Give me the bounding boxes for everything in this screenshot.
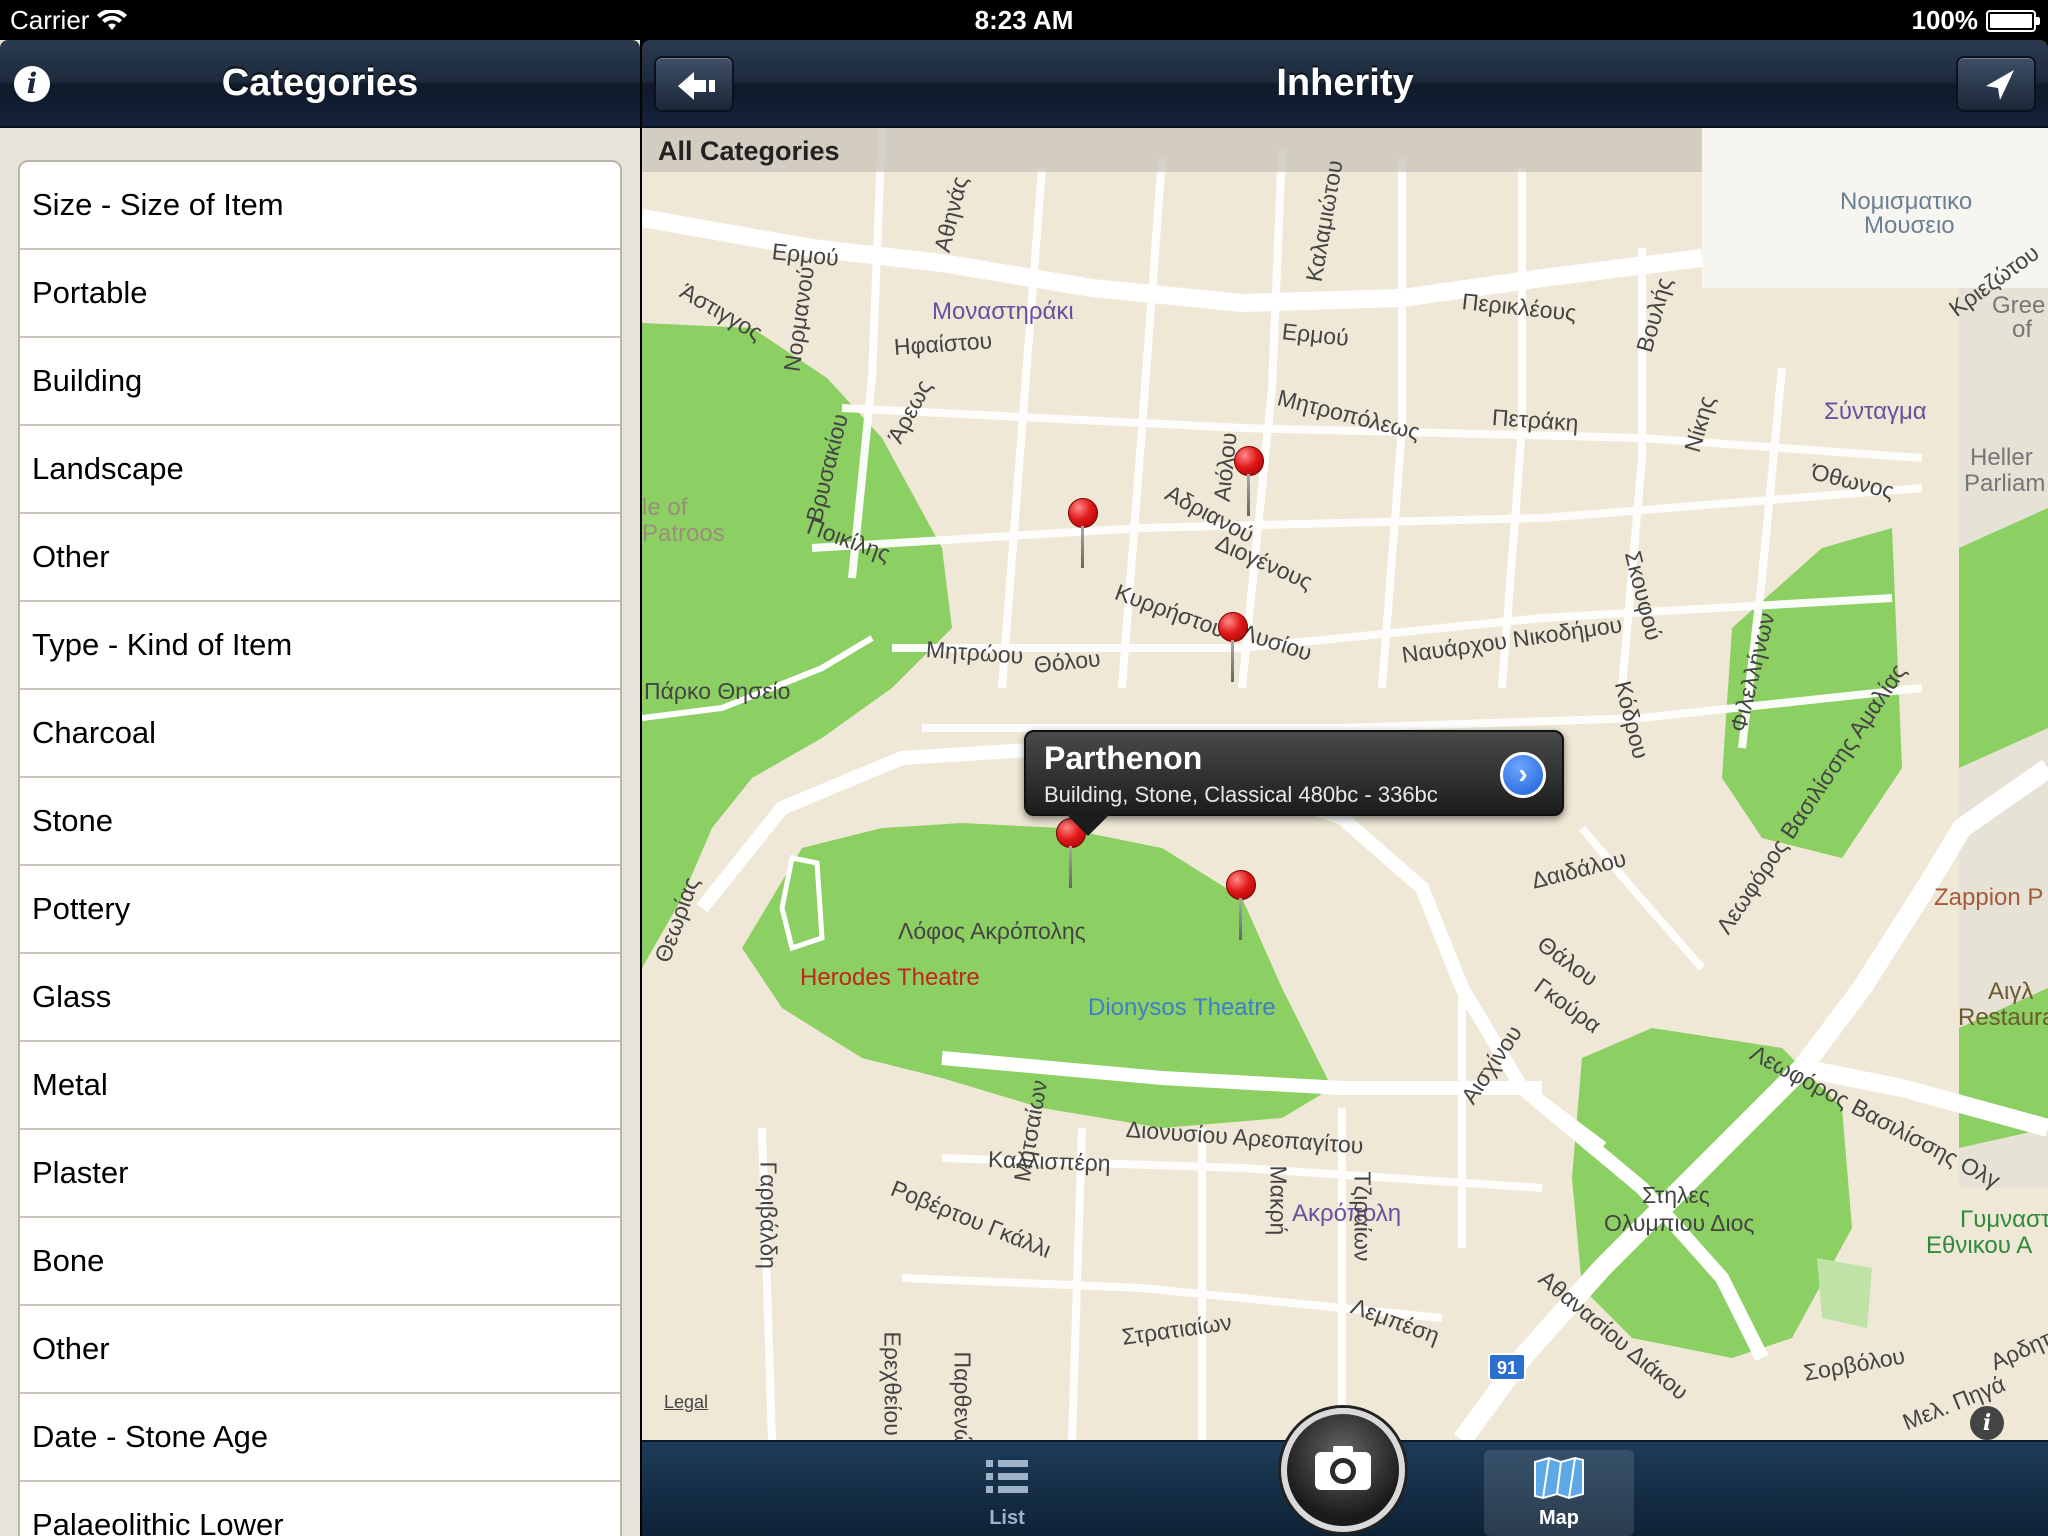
category-item[interactable]: Size - Size of Item [20, 162, 620, 250]
category-item[interactable]: Type - Kind of Item [20, 602, 620, 690]
street-label: Καλλισπέρη [987, 1146, 1112, 1177]
category-item[interactable]: Portable [20, 250, 620, 338]
route-badge: 91 [1488, 1353, 1526, 1381]
place-label: Αιγλ [1988, 978, 2034, 1005]
map-pin[interactable] [1068, 498, 1098, 568]
street-label: Παρθενώνος [949, 1351, 976, 1441]
place-label: Heller [1970, 444, 2033, 471]
tab-list-label: List [989, 1507, 1025, 1529]
location-button[interactable] [1956, 56, 2036, 112]
place-label: of [2012, 316, 2033, 343]
category-item[interactable]: Other [20, 514, 620, 602]
tab-map[interactable]: Map [1484, 1450, 1634, 1536]
map-view[interactable]: All Categories Μοναστηράκι Herodes Theat… [642, 128, 2048, 1440]
category-item[interactable]: Stone [20, 778, 620, 866]
category-item[interactable]: Metal [20, 1042, 620, 1130]
status-bar: Carrier 8:23 AM 100% [0, 0, 2048, 40]
place-label: Πάρκο Θησείο [644, 678, 791, 704]
map-panel: Inherity All Categories Μοναστηράκι Hero… [642, 40, 2048, 1536]
tab-map-label: Map [1539, 1507, 1579, 1529]
pin-callout[interactable]: Parthenon Building, Stone, Classical 480… [1024, 730, 1564, 836]
disclosure-icon[interactable]: › [1500, 752, 1546, 798]
place-label: Herodes Theatre [800, 964, 980, 991]
place-label: le of [642, 494, 688, 521]
place-label: Parliam [1964, 470, 2046, 497]
categories-panel: i Categories Size - Size of Item Portabl… [0, 40, 640, 1536]
map-navbar: Inherity [642, 40, 2048, 128]
place-label: Zappion P [1934, 884, 2044, 911]
category-item[interactable]: Glass [20, 954, 620, 1042]
place-label: Λόφος Ακρόπολης [898, 918, 1086, 944]
battery-percent: 100% [1911, 5, 1979, 35]
category-item[interactable]: Charcoal [20, 690, 620, 778]
categories-title: Categories [221, 62, 419, 104]
legal-link[interactable]: Legal [664, 1392, 708, 1413]
callout-title: Parthenon [1044, 740, 1203, 776]
callout-subtitle: Building, Stone, Classical 480bc - 336bc [1044, 782, 1438, 807]
tab-list[interactable]: List [932, 1450, 1082, 1536]
place-label: Μοναστηράκι [932, 298, 1074, 325]
map-pin[interactable] [1234, 446, 1264, 516]
place-label: Μουσειο [1864, 212, 1955, 239]
camera-icon [1315, 1446, 1371, 1490]
category-item[interactable]: Other [20, 1306, 620, 1394]
map-pin[interactable] [1218, 612, 1248, 682]
category-item[interactable]: Palaeolithic Lower [20, 1482, 620, 1536]
place-label: Dionysos Theatre [1088, 994, 1276, 1021]
street-label: Ερεχθείου [879, 1331, 906, 1436]
category-item[interactable]: Bone [20, 1218, 620, 1306]
place-label: Ακρόπολη [1292, 1200, 1402, 1227]
street-label: Τζιραίων [1349, 1171, 1376, 1262]
street-label: Μακρή [1265, 1165, 1292, 1236]
category-list: Size - Size of Item Portable Building La… [18, 160, 622, 1536]
place-label: Εθνικου Α [1926, 1232, 2033, 1259]
place-label: Restauran [1958, 1004, 2048, 1031]
location-arrow-icon [1986, 70, 2014, 100]
place-label: Γυμναστ [1960, 1206, 2048, 1233]
app-title: Inherity [1276, 62, 1414, 104]
place-label: Σύνταγμα [1824, 398, 1927, 425]
camera-button[interactable] [1281, 1408, 1405, 1532]
category-item[interactable]: Plaster [20, 1130, 620, 1218]
place-label: Ολυμπιου Διος [1604, 1210, 1755, 1236]
map-info-icon[interactable]: i [1970, 1406, 2004, 1440]
category-filter-label: All Categories [658, 136, 840, 166]
place-label: Patroos [642, 520, 725, 547]
street-label: Γαριβάλδη [755, 1161, 782, 1269]
map-pin[interactable] [1226, 870, 1256, 940]
list-icon [986, 1460, 1028, 1493]
category-filter-bar[interactable]: All Categories [642, 128, 1702, 172]
category-item[interactable]: Pottery [20, 866, 620, 954]
battery-icon [1986, 9, 2040, 32]
status-time: 8:23 AM [974, 5, 1074, 35]
categories-navbar: i Categories [0, 40, 640, 128]
category-item[interactable]: Building [20, 338, 620, 426]
map-icon [1534, 1456, 1584, 1500]
tab-bar: List Map [642, 1408, 2048, 1536]
category-item[interactable]: Landscape [20, 426, 620, 514]
category-item[interactable]: Date - Stone Age [20, 1394, 620, 1482]
battery: 100% [1911, 5, 2040, 36]
place-label: Στηλες [1642, 1182, 1710, 1208]
